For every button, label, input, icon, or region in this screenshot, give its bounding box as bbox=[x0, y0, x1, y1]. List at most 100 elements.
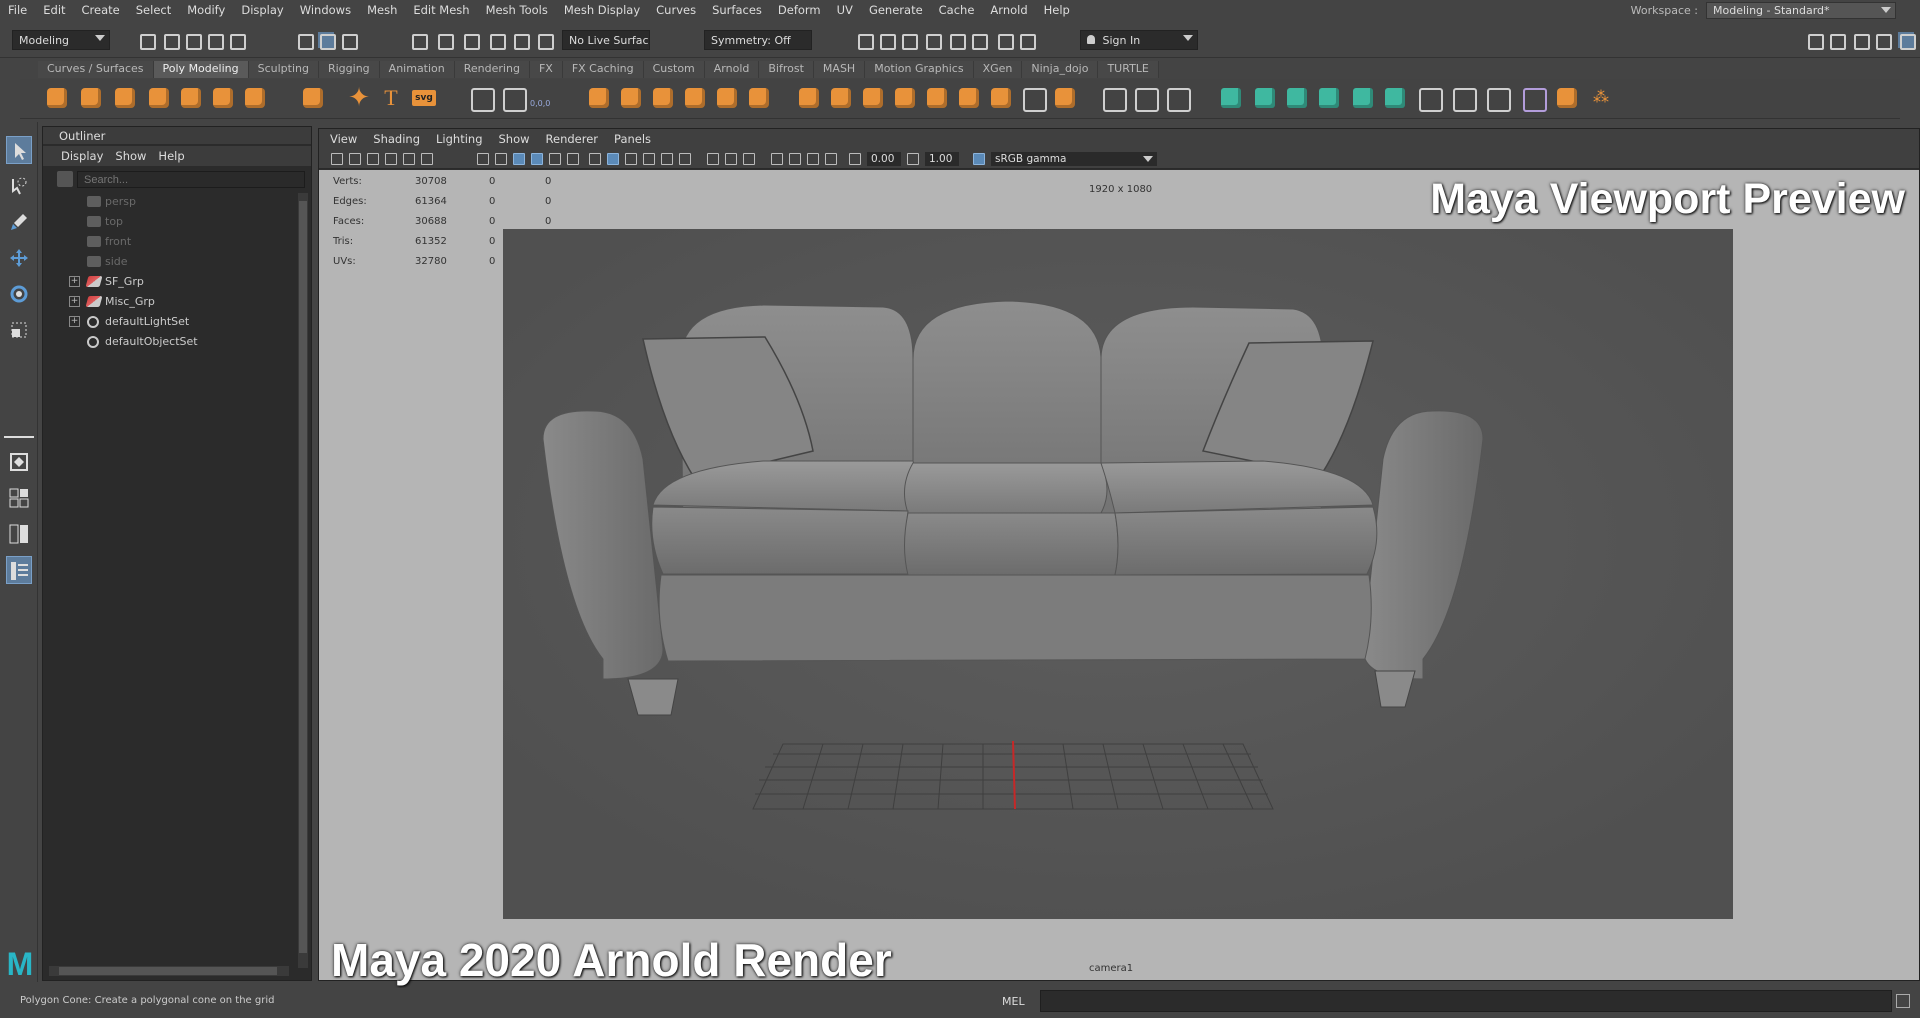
smooth-icon[interactable] bbox=[682, 85, 708, 111]
uv-editor-icon[interactable] bbox=[1382, 85, 1408, 111]
shadows-icon[interactable] bbox=[679, 153, 691, 165]
viewport-menu-panels[interactable]: Panels bbox=[607, 129, 658, 149]
menu-edit-mesh[interactable]: Edit Mesh bbox=[405, 3, 477, 17]
gamma-field[interactable]: 1.00 bbox=[925, 152, 959, 166]
exposure-field[interactable]: 0.00 bbox=[867, 152, 901, 166]
modeling-toolkit-icon[interactable] bbox=[1806, 32, 1824, 50]
scroll-thumb[interactable] bbox=[59, 967, 277, 975]
menu-mesh-tools[interactable]: Mesh Tools bbox=[478, 3, 556, 17]
outliner-layout[interactable] bbox=[6, 556, 32, 584]
collapse-icon[interactable] bbox=[988, 85, 1014, 111]
tab-arnold[interactable]: Arnold bbox=[704, 61, 760, 78]
tab-turtle[interactable]: TURTLE bbox=[1098, 61, 1159, 78]
combine-icon[interactable] bbox=[586, 85, 612, 111]
menu-create[interactable]: Create bbox=[74, 3, 128, 17]
character-controls-icon[interactable] bbox=[1828, 32, 1846, 50]
outliner-item-front[interactable]: front bbox=[43, 233, 293, 251]
menu-generate[interactable]: Generate bbox=[861, 3, 931, 17]
sign-in-button[interactable]: Sign In bbox=[1080, 30, 1198, 50]
move-tool[interactable] bbox=[6, 244, 32, 272]
reduce-icon[interactable] bbox=[1052, 85, 1078, 111]
ninja-dojo-icon[interactable]: ⁂ bbox=[1588, 85, 1614, 111]
isolate-select-icon[interactable] bbox=[771, 153, 783, 165]
outliner-search-input[interactable] bbox=[77, 171, 305, 188]
viewport-menu-renderer[interactable]: Renderer bbox=[539, 129, 606, 149]
uv-camera-based-icon[interactable] bbox=[1350, 85, 1376, 111]
open-scene-icon[interactable] bbox=[162, 32, 180, 50]
scroll-thumb[interactable] bbox=[299, 201, 307, 953]
transfer-icon[interactable] bbox=[1020, 85, 1047, 112]
tab-bifrost[interactable]: Bifrost bbox=[759, 61, 814, 78]
outliner-item-persp[interactable]: persp bbox=[43, 193, 293, 211]
menu-cache[interactable]: Cache bbox=[931, 3, 983, 17]
select-by-component-icon[interactable] bbox=[340, 32, 358, 50]
attribute-editor-icon[interactable] bbox=[1852, 32, 1870, 50]
single-pane-layout[interactable] bbox=[6, 448, 32, 476]
menu-curves[interactable]: Curves bbox=[648, 3, 704, 17]
multi-cut-icon[interactable] bbox=[1100, 85, 1127, 112]
super-shape-icon[interactable]: ✦ bbox=[346, 85, 372, 111]
menu-arnold[interactable]: Arnold bbox=[982, 3, 1035, 17]
freeze-transform-icon[interactable]: 0,0,0 bbox=[530, 85, 556, 111]
default-material-icon[interactable] bbox=[625, 153, 637, 165]
viewport-menu-show[interactable]: Show bbox=[492, 129, 537, 149]
tab-fx[interactable]: FX bbox=[529, 61, 563, 78]
tab-motion-graphics[interactable]: Motion Graphics bbox=[865, 61, 974, 78]
sew-uv-icon[interactable] bbox=[1450, 85, 1477, 112]
safe-action-icon[interactable] bbox=[567, 153, 579, 165]
rotate-tool[interactable] bbox=[6, 280, 32, 308]
extract-icon[interactable] bbox=[650, 85, 676, 111]
lasso-tool[interactable] bbox=[6, 172, 32, 200]
outliner-vertical-scrollbar[interactable] bbox=[298, 193, 308, 968]
outliner-horizontal-scrollbar[interactable] bbox=[49, 966, 289, 976]
menu-windows[interactable]: Windows bbox=[292, 3, 359, 17]
uv-layout-icon[interactable] bbox=[1484, 85, 1511, 112]
four-pane-layout[interactable] bbox=[6, 484, 32, 512]
grease-pencil-icon[interactable] bbox=[421, 153, 433, 165]
move-tool-icon[interactable] bbox=[468, 85, 495, 112]
channel-box-icon[interactable] bbox=[1898, 32, 1916, 50]
select-tool[interactable] bbox=[6, 136, 32, 164]
xray-icon[interactable] bbox=[789, 153, 801, 165]
outliner-menu-display[interactable]: Display bbox=[57, 146, 107, 166]
command-language-toggle[interactable]: MEL bbox=[986, 988, 1038, 1014]
camera-attributes-icon[interactable] bbox=[349, 153, 361, 165]
select-camera-icon[interactable] bbox=[331, 153, 343, 165]
viewport-menu-lighting[interactable]: Lighting bbox=[429, 129, 489, 149]
menu-help[interactable]: Help bbox=[1036, 3, 1078, 17]
target-weld-icon[interactable] bbox=[1164, 85, 1191, 112]
wireframe-cube-icon[interactable] bbox=[1520, 85, 1547, 112]
ninja-mesh-icon[interactable] bbox=[1554, 85, 1580, 111]
menu-file[interactable]: File bbox=[0, 3, 35, 17]
tab-rigging[interactable]: Rigging bbox=[318, 61, 380, 78]
command-line-input[interactable] bbox=[1040, 990, 1892, 1012]
motion-blur-icon[interactable] bbox=[725, 153, 737, 165]
text-tool-icon[interactable]: T bbox=[378, 85, 404, 111]
smooth-shade-icon[interactable] bbox=[607, 153, 619, 165]
tab-rendering[interactable]: Rendering bbox=[454, 61, 530, 78]
snap-point-icon[interactable] bbox=[462, 32, 480, 50]
gamma-icon[interactable] bbox=[907, 153, 919, 165]
undo-icon[interactable] bbox=[206, 32, 224, 50]
tab-xgen[interactable]: XGen bbox=[973, 61, 1023, 78]
select-by-hierarchy-icon[interactable] bbox=[296, 32, 314, 50]
poly-cube-icon[interactable] bbox=[78, 85, 104, 111]
uv-spherical-icon[interactable] bbox=[1284, 85, 1310, 111]
tab-custom[interactable]: Custom bbox=[643, 61, 705, 78]
fill-hole-icon[interactable] bbox=[924, 85, 950, 111]
tab-curves-surfaces[interactable]: Curves / Surfaces bbox=[38, 61, 154, 78]
field-chart-icon[interactable] bbox=[549, 153, 561, 165]
all-lights-icon[interactable] bbox=[661, 153, 673, 165]
menu-mesh[interactable]: Mesh bbox=[359, 3, 405, 17]
snap-view-plane-icon[interactable] bbox=[488, 32, 506, 50]
ipr-render-icon[interactable] bbox=[878, 32, 896, 50]
save-scene-icon[interactable] bbox=[184, 32, 202, 50]
uv-planar-icon[interactable] bbox=[1218, 85, 1244, 111]
uv-automatic-icon[interactable] bbox=[1316, 85, 1342, 111]
menu-uv[interactable]: UV bbox=[829, 3, 861, 17]
poly-sphere-icon[interactable] bbox=[44, 85, 70, 111]
viewport-menu-view[interactable]: View bbox=[323, 129, 364, 149]
poly-cylinder-icon[interactable] bbox=[112, 85, 138, 111]
svg-tool-icon[interactable]: svg bbox=[410, 85, 436, 111]
cut-uv-icon[interactable] bbox=[1416, 85, 1443, 112]
